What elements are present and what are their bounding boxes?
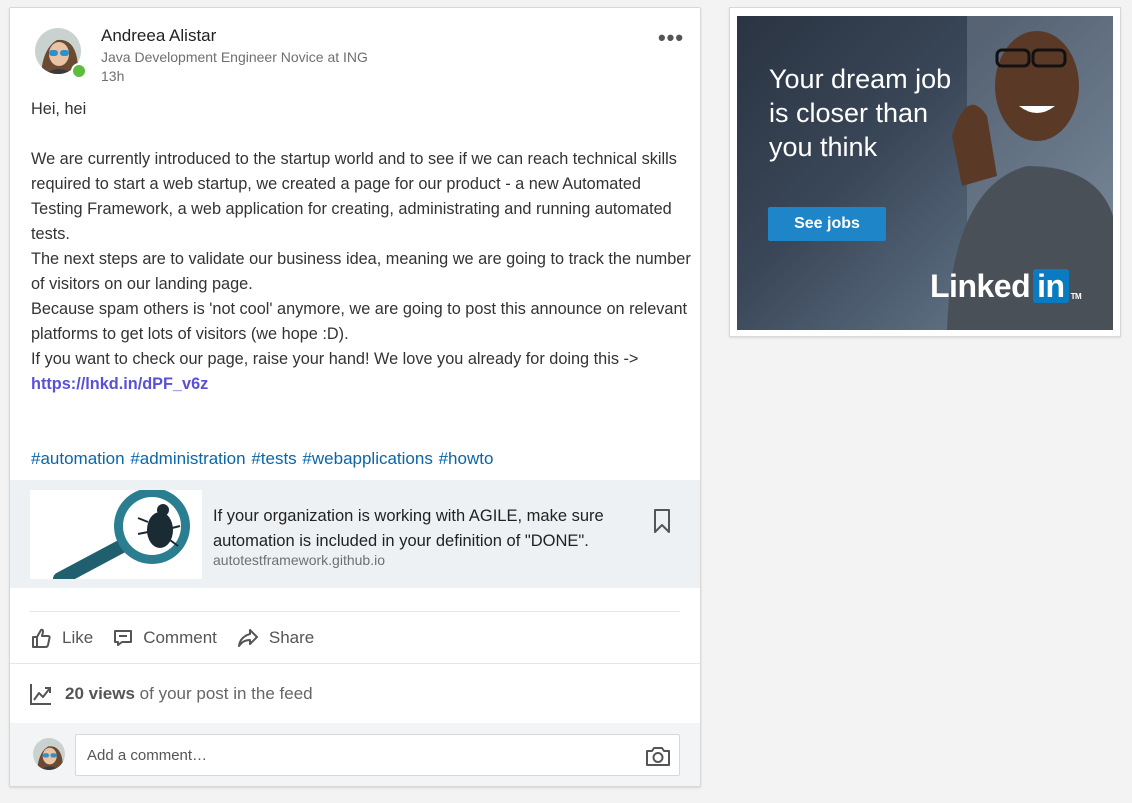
- comment-label: Comment: [143, 628, 217, 647]
- preview-domain: autotestframework.github.io: [213, 552, 385, 568]
- hashtag-howto[interactable]: #howto: [439, 449, 494, 468]
- preview-thumbnail[interactable]: [30, 490, 202, 579]
- post-actions: Like Comment Share: [30, 620, 334, 656]
- post-paragraph: Because spam others is 'not cool' anymor…: [31, 300, 688, 343]
- hashtag-list: #automation #administration #tests #weba…: [31, 447, 691, 471]
- logo-text: Linked: [930, 267, 1031, 304]
- logo-in-badge: in: [1033, 269, 1069, 303]
- trending-chart-icon: [30, 684, 51, 705]
- like-label: Like: [62, 628, 94, 647]
- post-views-bar[interactable]: 20 views of your post in the feed: [10, 663, 700, 723]
- current-user-avatar: [33, 738, 65, 770]
- more-options-icon[interactable]: •••: [656, 27, 686, 50]
- feed-post: Andreea Alistar Java Development Enginee…: [9, 7, 701, 787]
- comment-button[interactable]: Comment: [113, 628, 217, 648]
- see-jobs-button[interactable]: See jobs: [768, 207, 886, 241]
- ad-banner[interactable]: Your dream job is closer than you think …: [737, 16, 1113, 330]
- post-author-header: Andreea Alistar Java Development Enginee…: [32, 26, 683, 86]
- post-paragraph: If you want to check our page, raise you…: [31, 347, 691, 397]
- thumbs-up-icon: [32, 628, 51, 648]
- link-preview-card[interactable]: If your organization is working with AGI…: [10, 480, 700, 588]
- online-status-indicator: [71, 63, 87, 79]
- hashtag-webapplications[interactable]: #webapplications: [302, 449, 432, 468]
- sidebar-ad[interactable]: Your dream job is closer than you think …: [729, 7, 1121, 337]
- author-name[interactable]: Andreea Alistar: [101, 26, 216, 46]
- post-text: Hei, hei We are currently introduced to …: [31, 97, 691, 397]
- views-suffix: of your post in the feed: [134, 684, 313, 703]
- camera-icon[interactable]: [645, 745, 671, 767]
- author-headline: Java Development Engineer Novice at ING: [101, 49, 368, 65]
- post-paragraph: The next steps are to validate our busin…: [31, 250, 691, 293]
- comment-bar: [10, 723, 700, 786]
- divider: [30, 611, 680, 612]
- views-summary: 20 views of your post in the feed: [65, 684, 313, 704]
- like-button[interactable]: Like: [30, 627, 93, 649]
- preview-title[interactable]: If your organization is working with AGI…: [213, 504, 653, 554]
- hashtag-tests[interactable]: #tests: [251, 449, 296, 468]
- post-greeting: Hei, hei: [31, 100, 87, 118]
- share-label: Share: [268, 628, 315, 647]
- share-icon: [237, 629, 258, 647]
- share-button[interactable]: Share: [237, 628, 314, 648]
- hashtag-administration[interactable]: #administration: [130, 449, 245, 468]
- bookmark-icon[interactable]: [652, 508, 672, 534]
- views-count: 20 views: [65, 684, 135, 703]
- post-timestamp: 13h: [101, 68, 125, 84]
- post-link[interactable]: https://lnkd.in/dPF_v6z: [31, 375, 208, 393]
- hashtag-automation[interactable]: #automation: [31, 449, 125, 468]
- logo-trademark: TM: [1070, 292, 1082, 301]
- post-paragraph-text: If you want to check our page, raise you…: [31, 350, 639, 368]
- ad-headline: Your dream job is closer than you think: [769, 64, 952, 162]
- comment-icon: [114, 630, 133, 646]
- post-paragraph: We are currently introduced to the start…: [31, 150, 677, 243]
- comment-input[interactable]: [75, 734, 680, 776]
- linkedin-logo: Linked in TM: [930, 266, 1082, 306]
